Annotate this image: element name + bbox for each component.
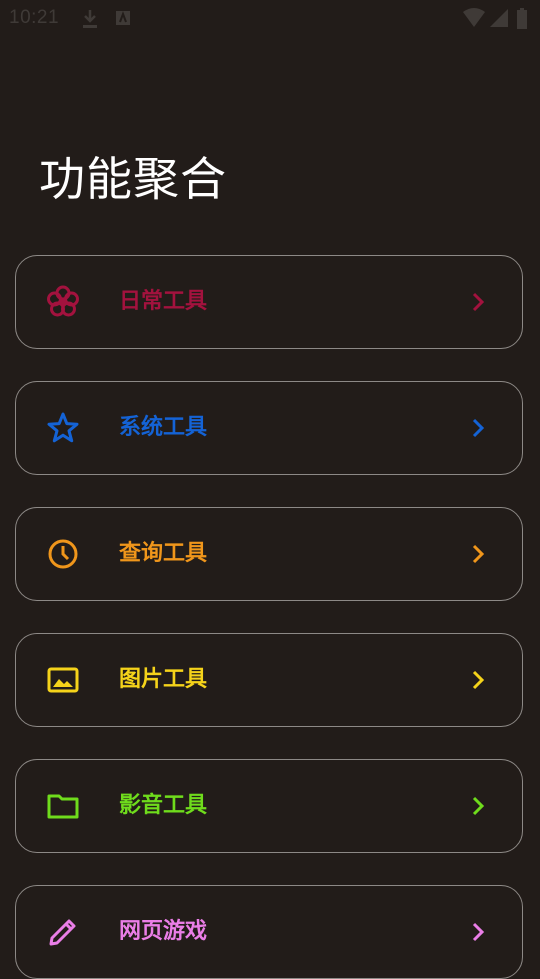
menu-item-image-tools[interactable]: 图片工具 xyxy=(15,633,523,727)
pencil-icon xyxy=(49,919,76,946)
clock-icon xyxy=(48,539,78,569)
chevron-right-icon xyxy=(472,670,485,690)
menu-item-label: 影音工具 xyxy=(119,793,208,818)
menu-item-web-games[interactable]: 网页游戏 xyxy=(15,885,523,979)
page-title: 功能聚合 xyxy=(39,152,227,206)
chevron-right-icon xyxy=(472,292,485,312)
chevron-right-icon xyxy=(472,796,485,816)
app-notification-icon xyxy=(116,11,130,25)
menu-item-media-tools[interactable]: 影音工具 xyxy=(15,759,523,853)
menu-item-system-tools[interactable]: 系统工具 xyxy=(15,381,523,475)
menu-item-label: 图片工具 xyxy=(119,667,208,692)
wifi-icon xyxy=(463,8,485,27)
menu-item-query-tools[interactable]: 查询工具 xyxy=(15,507,523,601)
menu-item-label: 日常工具 xyxy=(119,289,208,314)
folder-icon xyxy=(47,794,79,819)
chevron-right-icon xyxy=(472,922,485,942)
menu-item-label: 网页游戏 xyxy=(119,919,208,944)
signal-icon xyxy=(490,9,508,27)
download-icon xyxy=(83,10,97,28)
status-time: 10:21 xyxy=(9,7,60,28)
battery-icon xyxy=(517,8,527,29)
star-icon xyxy=(47,412,79,443)
chevron-right-icon xyxy=(472,418,485,438)
flower-icon xyxy=(47,285,79,317)
image-icon xyxy=(47,667,79,693)
menu-item-label: 系统工具 xyxy=(119,415,208,440)
menu-item-daily-tools[interactable]: 日常工具 xyxy=(15,255,523,349)
status-bar: 10:21 xyxy=(0,0,540,36)
menu-item-label: 查询工具 xyxy=(119,541,208,566)
chevron-right-icon xyxy=(472,544,485,564)
